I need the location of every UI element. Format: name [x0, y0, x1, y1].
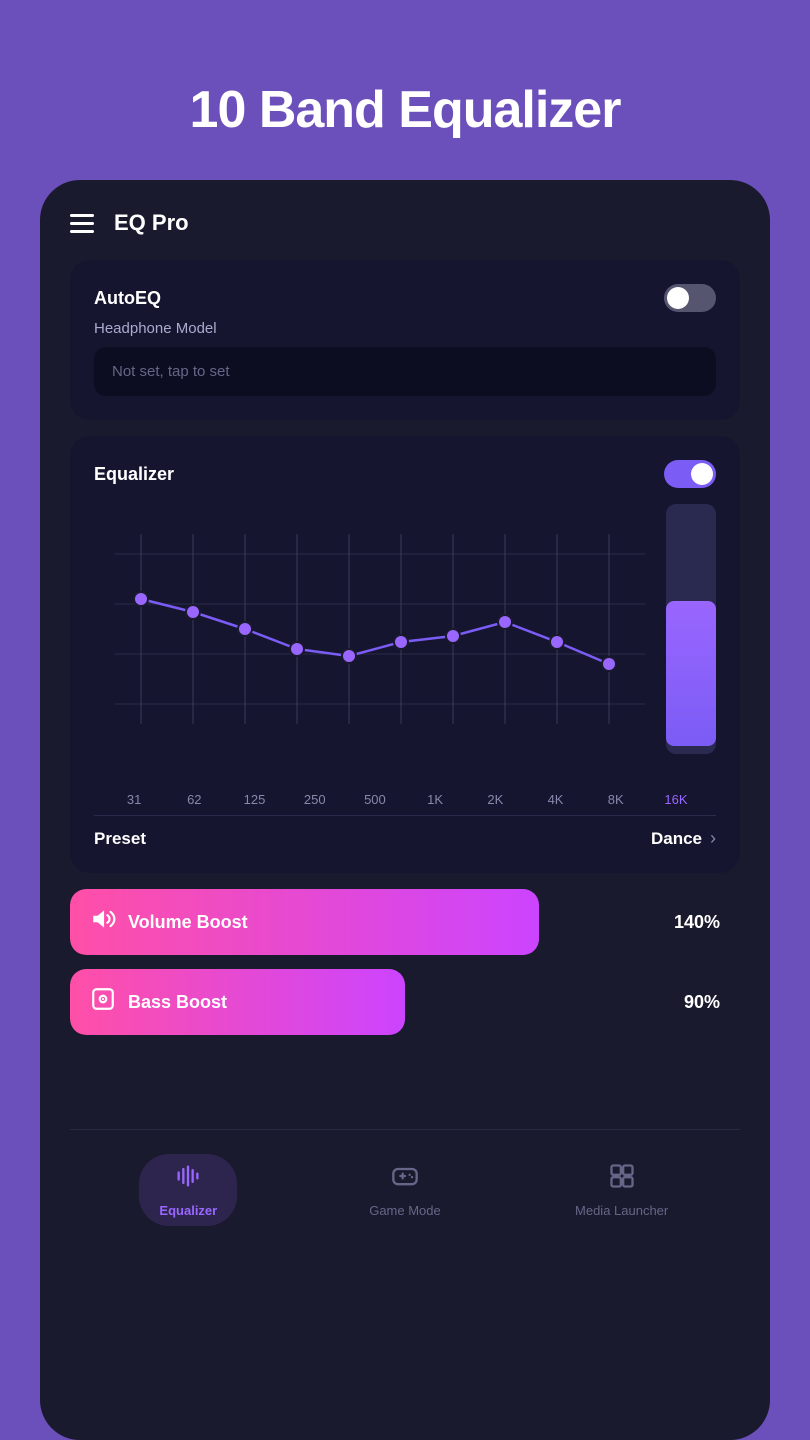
bass-boost-content: Bass Boost 90% — [70, 986, 740, 1018]
eq-freq-125: 125 — [224, 792, 284, 807]
app-header: EQ Pro — [70, 210, 740, 236]
headphone-model-input[interactable]: Not set, tap to set — [94, 347, 716, 396]
spacer — [70, 1049, 740, 1129]
equalizer-label: Equalizer — [94, 464, 174, 485]
preset-row[interactable]: Preset Dance › — [94, 815, 716, 849]
eq-freq-31: 31 — [104, 792, 164, 807]
eq-freq-62: 62 — [164, 792, 224, 807]
nav-item-media-launcher[interactable]: Media Launcher — [572, 1162, 672, 1218]
nav-item-equalizer[interactable]: Equalizer — [138, 1154, 238, 1226]
eq-graph-svg — [94, 504, 716, 754]
nav-media-launcher-label: Media Launcher — [575, 1203, 668, 1218]
equalizer-header-row: Equalizer — [94, 460, 716, 488]
bass-boost-icon — [90, 986, 116, 1018]
hero-section: 10 Band Equalizer — [0, 0, 810, 180]
eq-freq-1k: 1K — [405, 792, 465, 807]
eq-freq-8k: 8K — [586, 792, 646, 807]
preset-label: Preset — [94, 829, 146, 849]
hero-title: 10 Band Equalizer — [40, 80, 770, 140]
nav-equalizer-bg: Equalizer — [139, 1154, 237, 1226]
eq-freq-500: 500 — [345, 792, 405, 807]
eq-graph-wrapper: 31 62 125 250 500 1K 2K 4K 8K 16K — [94, 504, 716, 807]
equalizer-nav-icon — [174, 1162, 202, 1197]
eq-graph-area — [94, 504, 716, 784]
volume-boost-card[interactable]: Volume Boost 140% — [70, 889, 740, 955]
volume-boost-icon — [90, 906, 116, 938]
headphone-model-label: Headphone Model — [94, 320, 716, 337]
preset-value-row: Dance › — [651, 828, 716, 849]
equalizer-card: Equalizer — [70, 436, 740, 873]
bass-boost-card[interactable]: Bass Boost 90% — [70, 969, 740, 1035]
phone-container: EQ Pro AutoEQ Headphone Model Not set, t… — [40, 180, 770, 1440]
nav-game-mode-label: Game Mode — [369, 1203, 441, 1218]
nav-item-game-mode[interactable]: Game Mode — [355, 1162, 455, 1218]
bottom-navigation: Equalizer Game Mode — [70, 1129, 740, 1236]
game-mode-nav-icon — [391, 1162, 419, 1197]
nav-equalizer-label: Equalizer — [159, 1203, 217, 1218]
autoeq-toggle[interactable] — [664, 284, 716, 312]
bass-boost-value: 90% — [684, 992, 720, 1013]
preset-value: Dance — [651, 829, 702, 849]
volume-boost-label: Volume Boost — [128, 912, 248, 933]
preset-chevron-icon: › — [710, 828, 716, 849]
volume-boost-content: Volume Boost 140% — [70, 906, 740, 938]
eq-freq-4k: 4K — [525, 792, 585, 807]
bass-boost-label: Bass Boost — [128, 992, 227, 1013]
eq-frequency-labels: 31 62 125 250 500 1K 2K 4K 8K 16K — [94, 792, 716, 807]
volume-boost-value: 140% — [674, 912, 720, 933]
app-title: EQ Pro — [114, 210, 189, 236]
media-launcher-nav-icon — [608, 1162, 636, 1197]
autoeq-label: AutoEQ — [94, 288, 161, 309]
autoeq-card: AutoEQ Headphone Model Not set, tap to s… — [70, 260, 740, 420]
volume-boost-left: Volume Boost — [90, 906, 248, 938]
eq-16k-slider[interactable] — [666, 504, 716, 754]
eq-freq-250: 250 — [285, 792, 345, 807]
hamburger-menu-button[interactable] — [70, 214, 94, 233]
autoeq-row: AutoEQ — [94, 284, 716, 312]
eq-16k-slider-fill — [666, 601, 716, 746]
eq-freq-2k: 2K — [465, 792, 525, 807]
bass-boost-left: Bass Boost — [90, 986, 227, 1018]
equalizer-toggle[interactable] — [664, 460, 716, 488]
eq-freq-16k: 16K — [646, 792, 706, 807]
